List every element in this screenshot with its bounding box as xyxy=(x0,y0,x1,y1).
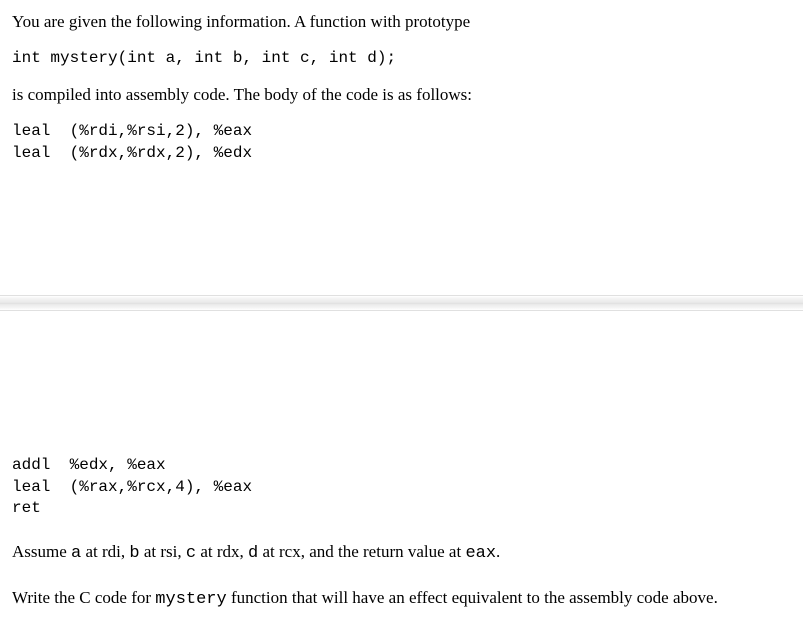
upper-section: You are given the following information.… xyxy=(12,10,791,174)
txt: at rdx, xyxy=(196,542,248,561)
var-b: b xyxy=(129,544,139,563)
prototype-code: int mystery(int a, int b, int c, int d); xyxy=(12,48,791,70)
asm-line: addl %edx, %eax xyxy=(12,456,166,474)
assume-text: Assume a at rdi, b at rsi, c at rdx, d a… xyxy=(12,540,791,566)
lower-section: addl %edx, %eax leal (%rax,%rcx,4), %eax… xyxy=(12,455,791,621)
write-post: function that will have an effect equiva… xyxy=(227,588,718,607)
asm-line: leal (%rdi,%rsi,2), %eax xyxy=(12,122,252,140)
txt: at rdi, xyxy=(81,542,129,561)
assume-pre: Assume xyxy=(12,542,71,561)
txt: . xyxy=(496,542,500,561)
var-c: c xyxy=(186,544,196,563)
separator-band xyxy=(0,295,803,311)
intro-text: You are given the following information.… xyxy=(12,10,791,34)
write-pre: Write the C code for xyxy=(12,588,155,607)
var-a: a xyxy=(71,544,81,563)
asm-line: leal (%rax,%rcx,4), %eax xyxy=(12,478,252,496)
fn-mystery: mystery xyxy=(155,590,226,609)
asm-line: ret xyxy=(12,499,41,517)
txt: at rcx, and the return value at xyxy=(258,542,465,561)
reg-eax: eax xyxy=(465,544,496,563)
txt: at rsi, xyxy=(140,542,186,561)
asm-line: leal (%rdx,%rdx,2), %edx xyxy=(12,144,252,162)
var-d: d xyxy=(248,544,258,563)
compiled-text: is compiled into assembly code. The body… xyxy=(12,83,791,107)
write-text: Write the C code for mystery function th… xyxy=(12,586,791,612)
asm-block-1: leal (%rdi,%rsi,2), %eax leal (%rdx,%rdx… xyxy=(12,121,791,164)
asm-block-2: addl %edx, %eax leal (%rax,%rcx,4), %eax… xyxy=(12,455,791,520)
document-page: You are given the following information.… xyxy=(0,0,803,637)
